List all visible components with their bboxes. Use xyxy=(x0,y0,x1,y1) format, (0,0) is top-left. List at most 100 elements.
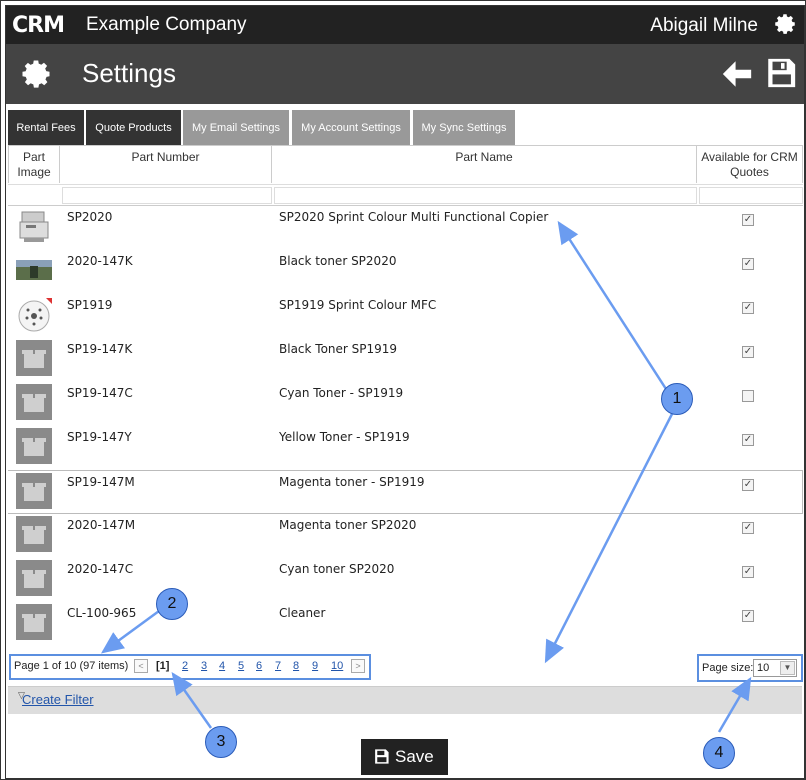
available-checkbox[interactable]: ✓ xyxy=(742,522,754,534)
table-row[interactable]: SP19-147Y Yellow Toner - SP1919 ✓ xyxy=(8,426,803,470)
column-header-part-name[interactable]: Part Name xyxy=(272,146,697,183)
page-link-9[interactable]: 9 xyxy=(312,660,318,672)
app-window: CRM Example Company Abigail Milne Settin… xyxy=(5,5,805,779)
next-page-icon[interactable]: > xyxy=(351,659,365,673)
placeholder-box-icon xyxy=(16,473,52,509)
page-size-value: 10 xyxy=(757,662,770,674)
placeholder-box-icon xyxy=(16,560,52,596)
column-header-image[interactable]: Part Image xyxy=(8,146,60,183)
page-link-5[interactable]: 5 xyxy=(238,660,244,672)
part-number-cell: 2020-147C xyxy=(67,562,134,576)
available-checkbox[interactable]: ✓ xyxy=(742,258,754,270)
create-filter-link[interactable]: Create Filter xyxy=(22,692,94,707)
placeholder-box-icon xyxy=(16,604,52,640)
available-checkbox[interactable]: ✓ xyxy=(742,566,754,578)
part-name-cell: Cyan toner SP2020 xyxy=(279,562,395,576)
part-name-cell: SP1919 Sprint Colour MFC xyxy=(279,298,437,312)
chevron-down-icon[interactable]: ▼ xyxy=(780,661,795,675)
part-number-filter-input[interactable] xyxy=(62,187,272,204)
table-row[interactable]: SP19-147M Magenta toner - SP1919 ✓ xyxy=(8,470,803,514)
part-name-cell: Black toner SP2020 xyxy=(279,254,397,268)
page-link-8[interactable]: 8 xyxy=(293,660,299,672)
page-size-label: Page size: xyxy=(702,662,754,674)
callout-3: 3 xyxy=(205,726,237,758)
part-number-cell: SP1919 xyxy=(67,298,113,312)
table-row[interactable]: SP2020 SP2020 Sprint Colour Multi Functio… xyxy=(8,206,803,250)
part-name-cell: Cyan Toner - SP1919 xyxy=(279,386,404,400)
placeholder-box-icon xyxy=(16,340,52,376)
placeholder-box-icon xyxy=(16,384,52,420)
available-checkbox[interactable]: ✓ xyxy=(742,214,754,226)
title-bar: Settings xyxy=(6,44,804,104)
part-number-cell: CL-100-965 xyxy=(67,606,137,620)
part-number-cell: SP19-147C xyxy=(67,386,133,400)
available-checkbox[interactable]: ✓ xyxy=(742,302,754,314)
company-name: Example Company xyxy=(86,14,247,35)
gear-icon[interactable] xyxy=(772,11,798,37)
filter-bar: ▽ Create Filter xyxy=(8,686,802,714)
part-number-cell: SP19-147Y xyxy=(67,430,132,444)
part-number-cell: SP2020 xyxy=(67,210,113,224)
products-grid: Part Image Part Number Part Name Availab… xyxy=(8,145,803,640)
part-image xyxy=(16,252,52,288)
callout-1: 1 xyxy=(661,383,693,415)
page-link-3[interactable]: 3 xyxy=(201,660,207,672)
page-link-4[interactable]: 4 xyxy=(219,660,225,672)
part-name-cell: Cleaner xyxy=(279,606,326,620)
available-checkbox[interactable]: ✓ xyxy=(742,434,754,446)
part-number-cell: SP19-147K xyxy=(67,342,133,356)
save-button[interactable]: Save xyxy=(361,739,448,775)
available-checkbox[interactable]: ✓ xyxy=(742,479,754,491)
available-checkbox[interactable] xyxy=(742,390,754,402)
table-row[interactable]: SP19-147K Black Toner SP1919 ✓ xyxy=(8,338,803,382)
available-filter-input[interactable] xyxy=(699,187,803,204)
part-name-cell: Magenta toner SP2020 xyxy=(279,518,417,532)
part-name-cell: Black Toner SP1919 xyxy=(279,342,398,356)
callout-4: 4 xyxy=(703,737,735,769)
tab-rental-fees[interactable]: Rental Fees xyxy=(8,110,84,146)
page-title: Settings xyxy=(82,58,176,88)
part-name-cell: SP2020 Sprint Colour Multi Functional Co… xyxy=(279,210,549,224)
column-header-part-number[interactable]: Part Number xyxy=(60,146,272,183)
outer-frame: CRM Example Company Abigail Milne Settin… xyxy=(0,0,806,780)
part-name-cell: Yellow Toner - SP1919 xyxy=(279,430,410,444)
page-link-2[interactable]: 2 xyxy=(182,660,188,672)
available-checkbox[interactable]: ✓ xyxy=(742,346,754,358)
part-image xyxy=(16,208,52,244)
tab-my-sync-settings[interactable]: My Sync Settings xyxy=(413,110,515,146)
back-arrow-icon[interactable] xyxy=(720,57,754,91)
page-link-6[interactable]: 6 xyxy=(256,660,262,672)
table-row[interactable]: CL-100-965 Cleaner ✓ xyxy=(8,602,803,646)
part-image xyxy=(16,296,52,332)
table-row[interactable]: 2020-147K Black toner SP2020 ✓ xyxy=(8,250,803,294)
page-size-select[interactable]: 10 ▼ xyxy=(753,659,797,677)
placeholder-box-icon xyxy=(16,516,52,552)
top-bar: CRM Example Company Abigail Milne xyxy=(6,6,804,44)
tab-my-account-settings[interactable]: My Account Settings xyxy=(292,110,410,146)
filter-row xyxy=(8,184,803,206)
table-row[interactable]: 2020-147C Cyan toner SP2020 ✓ xyxy=(8,558,803,602)
part-name-cell: Magenta toner - SP1919 xyxy=(279,475,425,489)
tab-quote-products[interactable]: Quote Products xyxy=(86,110,181,146)
settings-gear-icon xyxy=(22,60,50,88)
column-header-available[interactable]: Available for CRM Quotes xyxy=(697,146,803,183)
pager-info: Page 1 of 10 (97 items) xyxy=(14,660,129,672)
table-row[interactable]: SP1919 SP1919 Sprint Colour MFC ✓ xyxy=(8,294,803,338)
page-link-7[interactable]: 7 xyxy=(275,660,281,672)
table-row[interactable]: 2020-147M Magenta toner SP2020 ✓ xyxy=(8,514,803,558)
save-button-label: Save xyxy=(395,747,434,766)
user-name[interactable]: Abigail Milne xyxy=(650,15,758,37)
current-page: [1] xyxy=(156,660,170,672)
part-name-filter-input[interactable] xyxy=(274,187,697,204)
callout-2: 2 xyxy=(156,588,188,620)
part-number-cell: 2020-147M xyxy=(67,518,136,532)
available-checkbox[interactable]: ✓ xyxy=(742,610,754,622)
save-disk-icon[interactable] xyxy=(764,56,798,90)
prev-page-icon[interactable]: < xyxy=(134,659,148,673)
tab-my-email-settings[interactable]: My Email Settings xyxy=(183,110,289,146)
pager: Page 1 of 10 (97 items) < [1] 2 3 4 5 6 … xyxy=(9,654,371,680)
page-link-10[interactable]: 10 xyxy=(331,660,343,672)
placeholder-box-icon xyxy=(16,428,52,464)
save-disk-icon xyxy=(375,749,389,764)
part-number-cell: 2020-147K xyxy=(67,254,133,268)
